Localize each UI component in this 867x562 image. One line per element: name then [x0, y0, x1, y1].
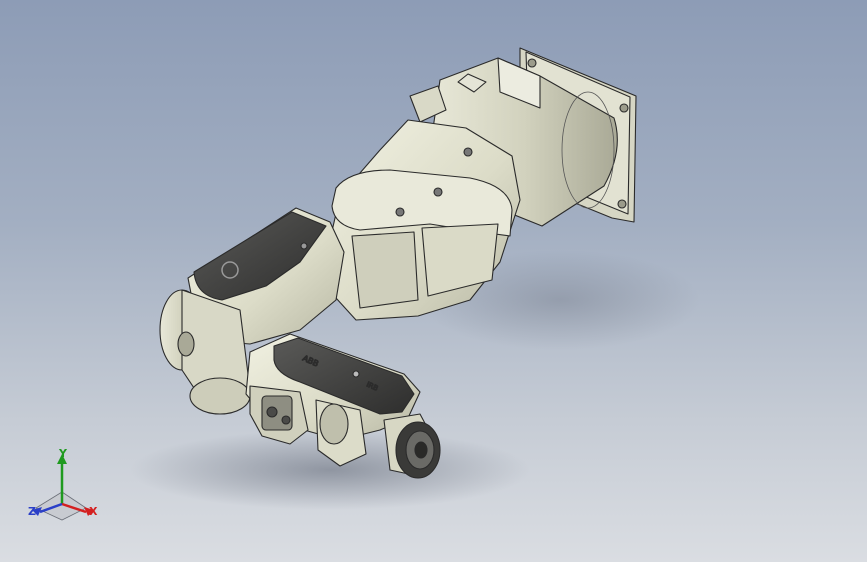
graphics-viewport[interactable]: ABB IRB Y X Z — [0, 0, 867, 562]
shoulder-drum — [159, 289, 251, 415]
tool-flange — [383, 413, 441, 479]
axis-z-label: Z — [28, 505, 36, 518]
axis-x-label: X — [89, 505, 98, 518]
view-orientation-triad[interactable]: Y X Z — [22, 448, 106, 524]
axis-y-label: Y — [59, 447, 67, 460]
robot-arm-model[interactable]: ABB IRB — [0, 0, 867, 562]
